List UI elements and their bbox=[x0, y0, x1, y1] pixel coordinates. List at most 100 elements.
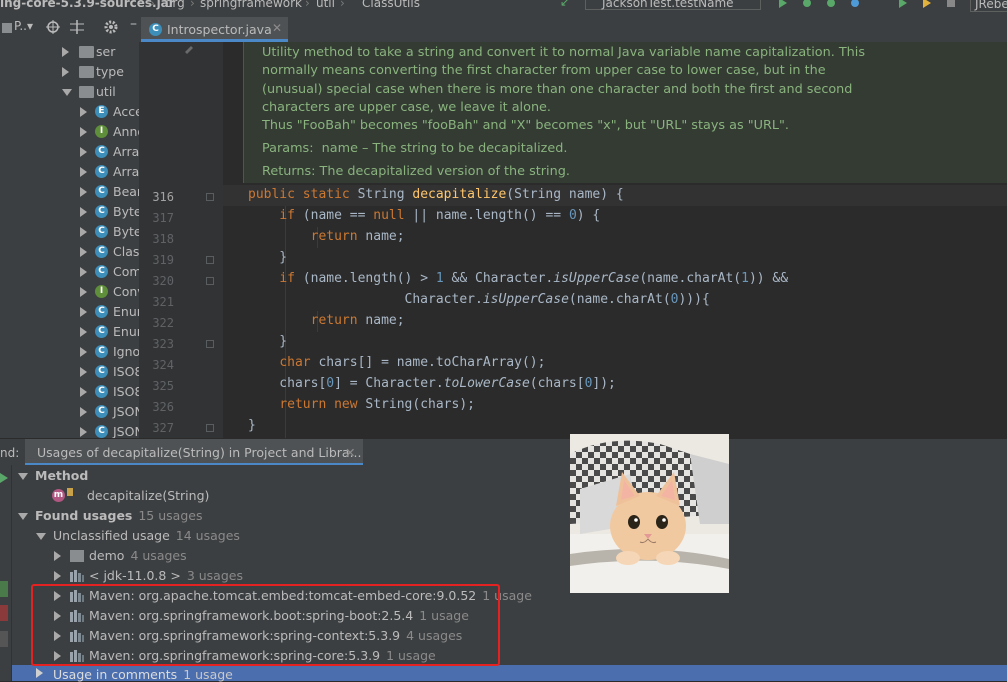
run-icon[interactable] bbox=[778, 0, 788, 8]
edit-doc-icon[interactable] bbox=[183, 44, 197, 54]
locate-icon[interactable] bbox=[46, 20, 60, 34]
pin-icon[interactable] bbox=[0, 631, 8, 647]
expand-arrow-icon[interactable] bbox=[62, 47, 69, 57]
collapse-all-icon[interactable] bbox=[70, 20, 84, 34]
tree-item-label: type bbox=[96, 64, 124, 79]
found-usages-count: 15 usages bbox=[138, 508, 203, 523]
stop-icon[interactable] bbox=[0, 605, 8, 621]
collapse-arrow-icon[interactable] bbox=[18, 473, 28, 480]
collapse-arrow-icon[interactable] bbox=[36, 533, 46, 540]
close-icon[interactable]: ✕ bbox=[272, 21, 282, 35]
tree-item-label: JSON bbox=[113, 424, 139, 438]
jrebel-panel-button[interactable]: JRebe bbox=[970, 0, 1007, 12]
expand-arrow-icon[interactable] bbox=[80, 367, 87, 377]
tree-item-label: Enur bbox=[113, 304, 139, 319]
expand-arrow-icon[interactable] bbox=[80, 407, 87, 417]
breadcrumb-org[interactable]: org bbox=[165, 0, 185, 10]
code-line-318: return name; bbox=[310, 229, 405, 244]
enum-icon: E bbox=[95, 105, 108, 118]
folder-icon bbox=[70, 550, 84, 562]
find-label: nd: bbox=[0, 446, 20, 460]
found-usages-label: Found usages bbox=[35, 508, 133, 523]
method-header-label: Method bbox=[35, 468, 89, 483]
breadcrumb-util[interactable]: util bbox=[316, 0, 335, 10]
code-line-321: Character.isUpperCase(name.charAt(0))){ bbox=[248, 292, 710, 307]
interface-icon: I bbox=[95, 285, 108, 298]
expand-arrow-icon[interactable] bbox=[80, 127, 87, 137]
method-name: decapitalize(String) bbox=[87, 488, 210, 503]
class-icon: C bbox=[95, 145, 108, 158]
coverage-icon[interactable] bbox=[826, 0, 836, 8]
run-configuration-dropdown[interactable]: JacksonTest.testName bbox=[585, 0, 761, 10]
expand-arrow-icon[interactable] bbox=[80, 387, 87, 397]
project-view-selector[interactable]: P..▾ bbox=[14, 19, 33, 33]
line-number: 327 bbox=[152, 421, 174, 435]
fold-marker-icon[interactable] bbox=[206, 340, 214, 348]
build-arrow-icon[interactable]: ↙ bbox=[560, 0, 570, 9]
tree-item-label: util bbox=[96, 84, 116, 99]
line-number: 322 bbox=[152, 316, 174, 330]
expand-arrow-icon[interactable] bbox=[80, 187, 87, 197]
expand-arrow-icon[interactable] bbox=[80, 107, 87, 117]
tab-usages[interactable]: Usages of decapitalize(String) in Projec… bbox=[25, 439, 363, 466]
rerun-icon[interactable] bbox=[0, 473, 8, 483]
breadcrumb-springframework[interactable]: springframework bbox=[200, 0, 302, 10]
expand-arrow-icon[interactable] bbox=[54, 551, 61, 561]
class-icon: C bbox=[95, 405, 108, 418]
tree-item-label: Arra bbox=[113, 144, 139, 159]
expand-arrow-icon[interactable] bbox=[80, 207, 87, 217]
expand-arrow-icon[interactable] bbox=[36, 668, 43, 678]
breadcrumb-jar[interactable]: ing-core-5.3.9-sources.jar bbox=[0, 0, 175, 10]
collapse-arrow-icon[interactable] bbox=[62, 89, 72, 96]
project-panel-header: P..▾ – bbox=[0, 12, 139, 43]
rebel-run-icon[interactable] bbox=[898, 0, 908, 8]
code-line-320: if (name.length() > 1 && Character.isUpp… bbox=[279, 271, 789, 286]
code-line-319: } bbox=[248, 250, 288, 265]
filter-icon[interactable] bbox=[0, 581, 8, 597]
class-icon: C bbox=[95, 425, 108, 438]
interface-icon: I bbox=[95, 125, 108, 138]
expand-arrow-icon[interactable] bbox=[80, 347, 87, 357]
expand-arrow-icon[interactable] bbox=[80, 247, 87, 257]
expand-arrow-icon[interactable] bbox=[80, 327, 87, 337]
gear-icon[interactable] bbox=[104, 20, 118, 34]
module-usage-count: 4 usages bbox=[130, 548, 187, 563]
javadoc-params: Params: name – The string to be decapita… bbox=[262, 141, 567, 156]
breadcrumb-separator: › bbox=[340, 0, 345, 10]
collapse-arrow-icon[interactable] bbox=[18, 513, 28, 520]
class-icon: C bbox=[95, 265, 108, 278]
expand-arrow-icon[interactable] bbox=[54, 571, 61, 581]
fold-marker-icon[interactable] bbox=[206, 424, 214, 432]
selected-row-usage-in-comments[interactable]: Usage in comments 1 usage bbox=[12, 665, 1007, 682]
breadcrumb-classutils[interactable]: ClassUtils bbox=[362, 0, 420, 10]
tree-item-label: Conv bbox=[113, 284, 139, 299]
project-tree: ser type util E Acce I Anno C Arra C Arra C Bear C Byt… bbox=[0, 42, 139, 438]
expand-arrow-icon[interactable] bbox=[80, 287, 87, 297]
expand-arrow-icon[interactable] bbox=[80, 167, 87, 177]
expand-arrow-icon[interactable] bbox=[80, 227, 87, 237]
line-number: 317 bbox=[152, 211, 174, 225]
debug-icon[interactable] bbox=[802, 0, 812, 8]
expand-arrow-icon[interactable] bbox=[62, 67, 69, 77]
unclassified-count: 14 usages bbox=[175, 528, 240, 543]
hide-icon[interactable]: – bbox=[130, 16, 137, 32]
class-icon: C bbox=[95, 185, 108, 198]
fold-marker-icon[interactable] bbox=[206, 277, 214, 285]
tree-item-label: ISO8 bbox=[113, 364, 139, 379]
profile-icon[interactable] bbox=[850, 0, 860, 8]
stop-icon[interactable] bbox=[946, 0, 956, 8]
tab-introspector-java[interactable]: C Introspector.java ✕ bbox=[141, 17, 288, 42]
expand-arrow-icon[interactable] bbox=[80, 307, 87, 317]
class-icon: C bbox=[95, 245, 108, 258]
library-icon bbox=[70, 570, 84, 582]
code-editor[interactable]: 316 317 318 319 320 321 322 323 324 325 326 327 Uti… bbox=[139, 42, 1007, 438]
expand-arrow-icon[interactable] bbox=[80, 267, 87, 277]
fold-marker-icon[interactable] bbox=[206, 193, 214, 201]
expand-arrow-icon[interactable] bbox=[80, 147, 87, 157]
javadoc-description: Utility method to take a string and conv… bbox=[262, 44, 882, 135]
code-line-325: chars[0] = Character.toLowerCase(chars[0… bbox=[248, 376, 616, 391]
close-icon[interactable]: ✕ bbox=[345, 445, 355, 460]
rebel-debug-icon[interactable] bbox=[922, 0, 932, 8]
fold-marker-icon[interactable] bbox=[206, 256, 214, 264]
expand-arrow-icon[interactable] bbox=[80, 427, 87, 437]
